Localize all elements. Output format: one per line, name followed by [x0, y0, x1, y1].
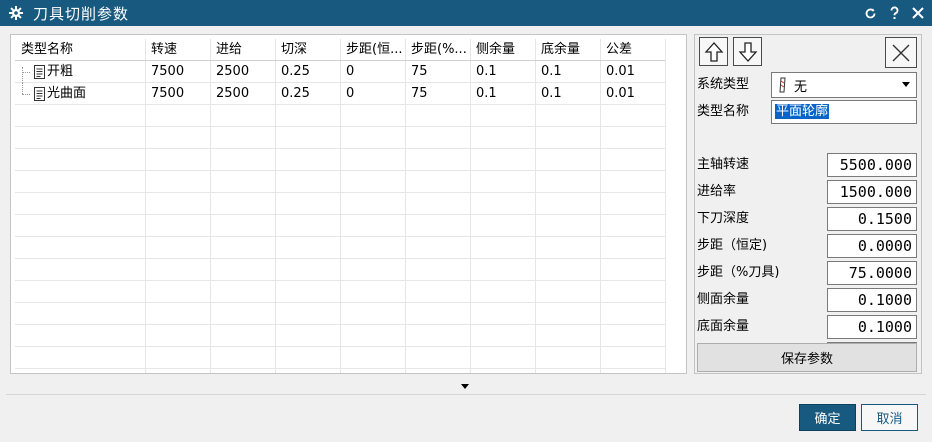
empty-row [15, 237, 665, 259]
param-value-field[interactable]: 0.1500 [827, 207, 917, 231]
title-bar: 刀具切削参数 [0, 0, 932, 26]
param-value-field[interactable]: 75.0000 [827, 261, 917, 285]
document-icon [33, 65, 47, 79]
column-header[interactable]: 步距(%... [405, 39, 470, 61]
table-cell: 0.1 [541, 64, 562, 79]
param-value-field[interactable]: 0.1000 [827, 288, 917, 312]
delete-button[interactable] [885, 37, 917, 68]
empty-row [15, 171, 665, 193]
tree-line [22, 67, 23, 83]
column-header[interactable]: 切深 [275, 39, 340, 61]
param-panel: 系统类型 无 类型名称 平面轮廓 主轴转速 5500.000 进给率 1500.000… [694, 34, 922, 374]
cancel-button[interactable]: 取消 [861, 404, 918, 431]
table-row[interactable]: 开粗 7500 2500 0.25 0 75 0.1 0.1 0.01 [15, 61, 665, 83]
param-label: 底面余量 [697, 319, 750, 334]
empty-row [15, 149, 665, 171]
delete-icon [892, 44, 910, 61]
table-cell: 0.01 [606, 64, 635, 79]
type-name-input[interactable]: 平面轮廓 [771, 100, 917, 124]
param-label: 进给率 [697, 184, 737, 199]
table-header: 类型名称 转速 进给 切深 步距(恒... 步距(%... 侧余量 底余量 公差 [15, 39, 665, 61]
table-cell: 0.25 [281, 86, 310, 101]
refresh-icon[interactable] [862, 5, 878, 21]
param-value-field[interactable]: 5500.000 [827, 153, 917, 177]
tree-line [22, 83, 23, 94]
table-cell: 0.01 [606, 86, 635, 101]
table-row[interactable]: 光曲面 7500 2500 0.25 0 75 0.1 0.1 0.01 [15, 83, 665, 105]
collapse-arrow-icon[interactable] [461, 384, 469, 389]
table-cell: 0.1 [541, 86, 562, 101]
empty-row [15, 127, 665, 149]
arrow-up-icon [704, 41, 723, 62]
table-grid-line [665, 39, 666, 373]
param-value-field[interactable]: 1500.000 [827, 180, 917, 204]
table-cell: 7500 [151, 86, 185, 101]
empty-row [15, 347, 665, 369]
param-label: 主轴转速 [697, 157, 750, 172]
move-down-button[interactable] [733, 37, 762, 66]
tree-line [22, 72, 30, 73]
column-header[interactable]: 公差 [600, 39, 665, 61]
param-value-field[interactable]: 0.1000 [827, 315, 917, 339]
column-header[interactable]: 侧余量 [470, 39, 535, 61]
close-icon[interactable] [910, 5, 926, 21]
system-type-value: 无 [794, 79, 808, 95]
empty-row [15, 259, 665, 281]
empty-row [15, 281, 665, 303]
row-type-name: 开粗 [47, 64, 74, 79]
table-cell: 0.1 [476, 64, 497, 79]
column-header[interactable]: 步距(恒... [340, 39, 405, 61]
table-cell: 75 [411, 64, 428, 79]
column-header[interactable]: 底余量 [535, 39, 600, 61]
empty-row [15, 215, 665, 237]
table-cell: 0 [346, 64, 355, 79]
column-header[interactable]: 类型名称 [15, 39, 145, 61]
help-icon[interactable] [886, 5, 902, 21]
tree-line [22, 94, 30, 95]
table-cell: 0 [346, 86, 355, 101]
system-type-select[interactable]: 无 [771, 72, 917, 98]
arrow-down-icon [738, 41, 757, 62]
param-value-field[interactable]: 0.0000 [827, 234, 917, 258]
param-label: 步距（恒定) [697, 238, 768, 253]
table-cell: 0.25 [281, 64, 310, 79]
window-title: 刀具切削参数 [33, 4, 130, 23]
type-name-label: 类型名称 [697, 104, 750, 119]
table-cell: 0.1 [476, 86, 497, 101]
ok-button[interactable]: 确定 [799, 404, 856, 431]
param-label: 侧面余量 [697, 292, 750, 307]
move-up-button[interactable] [699, 37, 728, 66]
column-header[interactable]: 进给 [210, 39, 275, 61]
column-header[interactable]: 转速 [145, 39, 210, 61]
table-cell: 2500 [216, 86, 250, 101]
row-type-name: 光曲面 [47, 86, 87, 101]
empty-row [15, 105, 665, 127]
system-type-label: 系统类型 [697, 77, 750, 92]
param-label: 下刀深度 [697, 211, 750, 226]
gear-icon [7, 4, 25, 22]
empty-row [15, 193, 665, 215]
type-name-value: 平面轮廓 [775, 104, 830, 119]
save-params-button[interactable]: 保存参数 [697, 343, 917, 372]
table-cell: 2500 [216, 64, 250, 79]
table-cell: 75 [411, 86, 428, 101]
empty-row [15, 325, 665, 347]
empty-row [15, 303, 665, 325]
footer-divider [6, 394, 926, 395]
tool-icon [778, 77, 788, 93]
tool-table: 类型名称 转速 进给 切深 步距(恒... 步距(%... 侧余量 底余量 公差 开粗 7500 25… [10, 34, 687, 374]
table-cell: 7500 [151, 64, 185, 79]
param-label: 步距（%刀具) [697, 265, 780, 280]
dropdown-arrow-icon [902, 82, 910, 87]
document-icon [33, 87, 47, 101]
